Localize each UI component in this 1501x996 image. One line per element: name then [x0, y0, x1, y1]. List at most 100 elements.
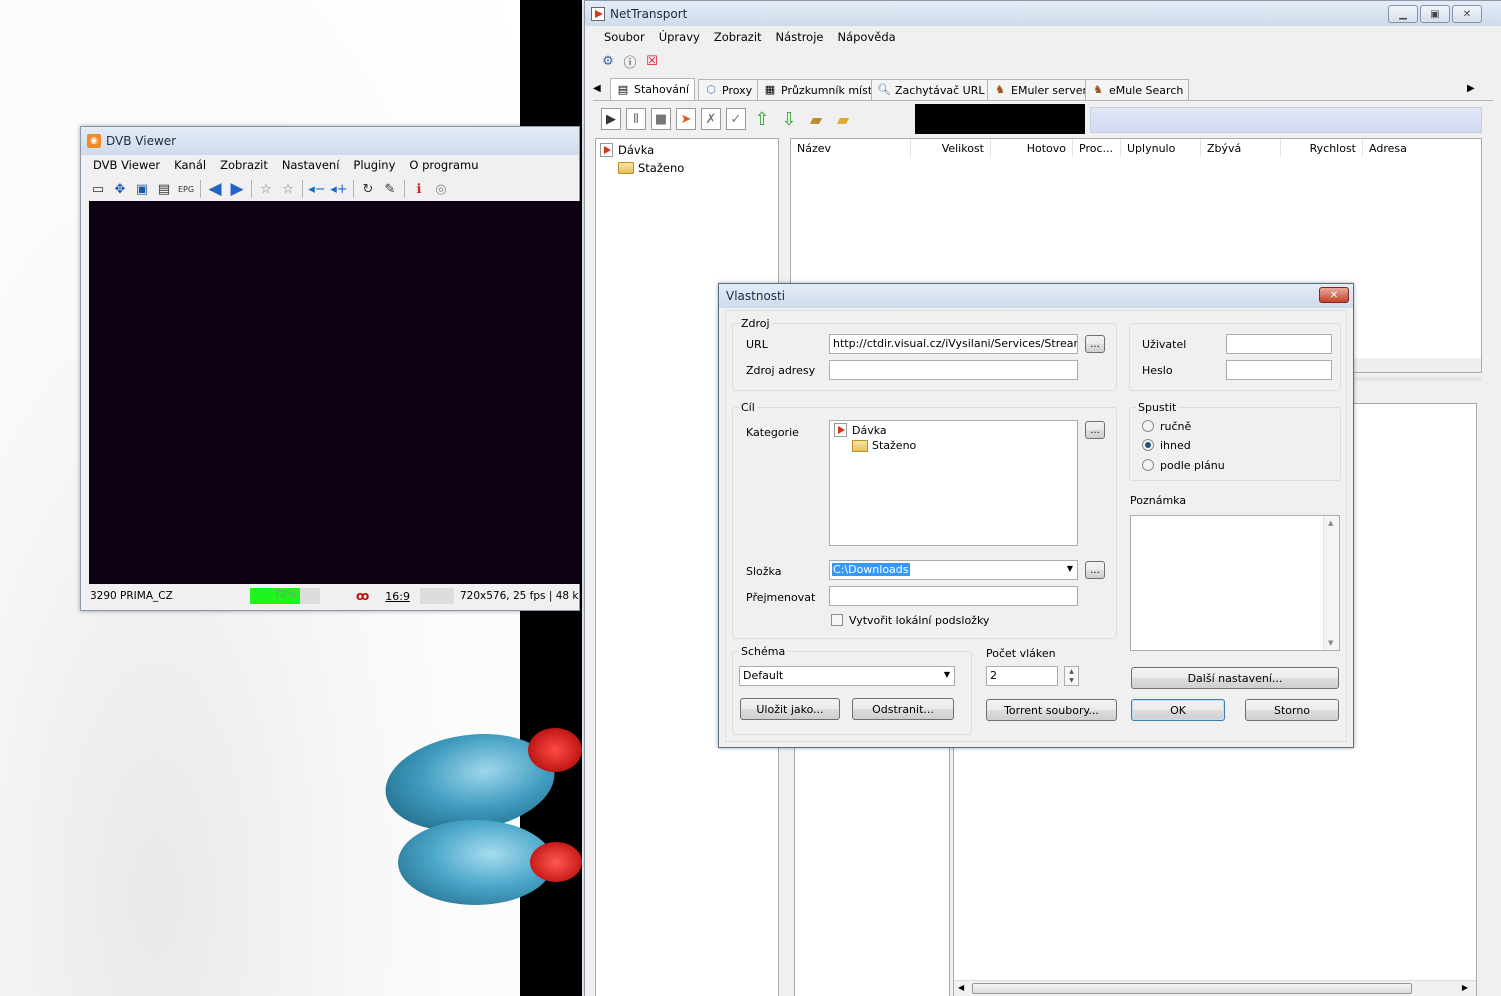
tab-pruzkumnik[interactable]: ▦ Průzkumník míst	[757, 79, 879, 100]
exit-icon[interactable]: ☒	[641, 50, 663, 72]
category-item-batch[interactable]: Dávka	[834, 423, 887, 437]
start-manual-radio[interactable]	[1142, 420, 1154, 432]
password-input[interactable]	[1226, 360, 1332, 380]
tab-stahovani[interactable]: ▤ Stahování	[610, 78, 696, 100]
scroll-down-icon[interactable]: ▼	[1328, 639, 1333, 647]
ok-button[interactable]: OK	[1131, 699, 1225, 721]
new-download-icon[interactable]: ➤	[676, 108, 696, 130]
tab-zachytavac[interactable]: 🔍︎ Zachytávač URL	[871, 79, 991, 100]
cancel-button[interactable]: Storno	[1245, 699, 1339, 721]
note-scrollbar[interactable]: ▲ ▼	[1323, 516, 1339, 650]
torrent-files-button[interactable]: Torrent soubory...	[986, 699, 1117, 721]
dvb-menu-kanal[interactable]: Kanál	[167, 158, 213, 172]
column-nazev[interactable]: Název	[791, 139, 911, 157]
folder-browse-button[interactable]: ...	[1085, 561, 1105, 579]
start-scheduled-radio[interactable]	[1142, 459, 1154, 471]
dvb-titlebar[interactable]: ◉ DVB Viewer	[81, 127, 579, 155]
category-browse-button[interactable]: ...	[1085, 421, 1105, 439]
detail-hscroll[interactable]: ◀ ▶	[954, 980, 1476, 996]
referer-input[interactable]	[829, 360, 1078, 380]
dvb-menu-pluginy[interactable]: Pluginy	[346, 158, 402, 172]
start-icon[interactable]: ▶	[601, 108, 621, 130]
pause-icon[interactable]: Ⅱ	[626, 108, 646, 130]
start-now-radio[interactable]	[1142, 439, 1154, 451]
video-area[interactable]	[89, 201, 581, 584]
dvb-menu-nastaveni[interactable]: Nastavení	[275, 158, 347, 172]
url-browse-button[interactable]: ...	[1085, 335, 1105, 353]
column-procento[interactable]: Proc...	[1073, 139, 1121, 157]
stop-icon[interactable]: ■	[651, 108, 671, 130]
folder-icon[interactable]: ▰	[832, 108, 854, 130]
scroll-right-icon[interactable]: ▶	[1462, 983, 1468, 992]
back-icon[interactable]: ◀	[204, 178, 226, 200]
dvb-menu-oprogramu[interactable]: O programu	[402, 158, 485, 172]
dialog-close-button[interactable]: ✕	[1319, 287, 1349, 303]
column-zbyva[interactable]: Zbývá	[1201, 139, 1281, 157]
nt-menu-soubor[interactable]: Soubor	[597, 30, 652, 44]
tab-proxy[interactable]: ⬡ Proxy	[698, 79, 759, 100]
chevron-down-icon[interactable]: ▼	[1067, 564, 1073, 573]
epg-icon[interactable]: EPG	[175, 178, 197, 200]
column-uplynulo[interactable]: Uplynulo	[1121, 139, 1201, 157]
threads-spinner[interactable]: ▲ ▼	[1064, 666, 1079, 686]
refresh-icon[interactable]: ↻	[357, 178, 379, 200]
dvb-menu-zobrazit[interactable]: Zobrazit	[213, 158, 275, 172]
column-adresa[interactable]: Adresa	[1363, 139, 1483, 157]
chevron-down-icon[interactable]: ▼	[944, 670, 950, 679]
tab-emuler-server[interactable]: ♞ EMuler server	[987, 79, 1094, 100]
volume-down-icon[interactable]: ◂−	[306, 178, 328, 200]
nt-menu-zobrazit[interactable]: Zobrazit	[707, 30, 769, 44]
minimize-button[interactable]: ▁	[1388, 5, 1418, 23]
category-tree-box[interactable]: Dávka Staženo	[829, 420, 1078, 546]
tree-item-downloaded[interactable]: Staženo	[618, 161, 684, 175]
fullscreen-icon[interactable]: ✥	[109, 178, 131, 200]
gear-icon[interactable]: ⚙	[597, 50, 619, 72]
column-rychlost[interactable]: Rychlost	[1281, 139, 1363, 157]
nt-menu-nastroje[interactable]: Nástroje	[769, 30, 831, 44]
open-folder-icon[interactable]: ▰	[805, 108, 827, 130]
folder-combo[interactable]: C:\Downloads ▼	[829, 560, 1078, 580]
nt-menu-upravy[interactable]: Úpravy	[652, 30, 707, 44]
osd-icon[interactable]: ▤	[153, 178, 175, 200]
scroll-left-icon[interactable]: ◀	[958, 983, 964, 992]
category-item-downloaded[interactable]: Staženo	[852, 439, 916, 452]
info-icon[interactable]: ℹ	[408, 178, 430, 200]
url-input[interactable]: http://ctdir.visual.cz/iVysilani/Service…	[829, 334, 1078, 354]
move-down-icon[interactable]: ⇩	[778, 108, 800, 130]
dvb-menu-dvbviewer[interactable]: DVB Viewer	[86, 158, 167, 172]
record-icon[interactable]: ◎	[430, 178, 452, 200]
favorite-star-icon[interactable]: ☆	[255, 178, 277, 200]
schema-select[interactable]: Default ▼	[739, 666, 955, 686]
more-settings-button[interactable]: Další nastavení...	[1131, 667, 1339, 689]
note-textarea[interactable]: ▲ ▼	[1130, 515, 1340, 651]
scroll-thumb[interactable]	[972, 983, 1412, 994]
tabs-scroll-left-icon[interactable]: ◀	[593, 83, 601, 94]
close-button[interactable]: ✕	[1452, 5, 1482, 23]
volume-up-icon[interactable]: ◂+	[328, 178, 350, 200]
user-input[interactable]	[1226, 334, 1332, 354]
tree-item-batch[interactable]: Dávka	[600, 143, 654, 157]
window-mode-icon[interactable]: ▭	[87, 178, 109, 200]
subfolders-checkbox[interactable]	[831, 614, 843, 626]
remove-button[interactable]: Odstranit...	[852, 698, 954, 720]
forward-icon[interactable]: ▶	[226, 178, 248, 200]
column-hotovo[interactable]: Hotovo	[991, 139, 1073, 157]
desktop-mode-icon[interactable]: ▣	[131, 178, 153, 200]
threads-input[interactable]: 2	[986, 666, 1058, 686]
rename-input[interactable]	[829, 586, 1078, 606]
properties-icon[interactable]: ⓘ	[619, 50, 641, 72]
scroll-up-icon[interactable]: ▲	[1328, 519, 1333, 527]
tabs-scroll-right-icon[interactable]: ▶	[1467, 83, 1475, 94]
save-as-button[interactable]: Uložit jako...	[740, 698, 840, 720]
tab-emule-search[interactable]: ♞ eMule Search	[1085, 79, 1190, 100]
favorite-star-2-icon[interactable]: ☆	[277, 178, 299, 200]
nt-titlebar[interactable]: NetTransport	[585, 1, 1501, 26]
column-velikost[interactable]: Velikost	[911, 139, 991, 157]
dialog-titlebar[interactable]: Vlastnosti	[719, 284, 1353, 308]
wrench-icon[interactable]: ✎	[379, 178, 401, 200]
nt-menu-napoveda[interactable]: Nápověda	[830, 30, 902, 44]
delete-icon[interactable]: ✗	[701, 108, 721, 130]
maximize-button[interactable]: ▣	[1420, 5, 1450, 23]
move-up-icon[interactable]: ⇧	[751, 108, 773, 130]
check-icon[interactable]: ✓	[726, 108, 746, 130]
